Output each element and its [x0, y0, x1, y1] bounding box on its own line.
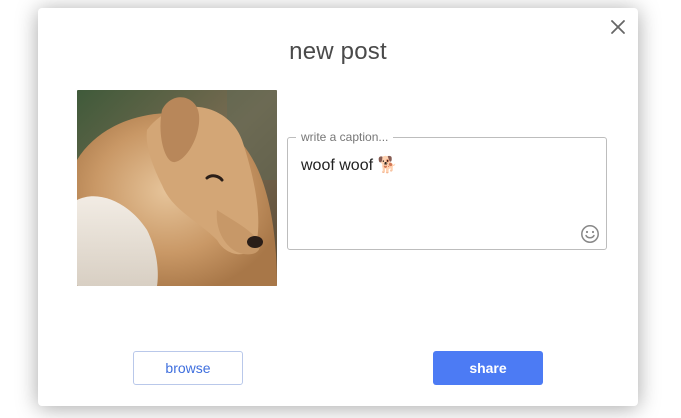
- new-post-dialog: new post write a caption... woof woof 🐕 …: [38, 8, 638, 406]
- browse-button[interactable]: browse: [133, 351, 243, 385]
- smiley-icon: [581, 225, 599, 243]
- caption-placeholder-label: write a caption...: [296, 130, 394, 144]
- share-button[interactable]: share: [433, 351, 543, 385]
- dog-photo: [77, 90, 277, 286]
- caption-input[interactable]: woof woof 🐕: [301, 155, 397, 175]
- caption-field[interactable]: write a caption... woof woof 🐕: [287, 130, 607, 250]
- dialog-title: new post: [289, 38, 387, 65]
- post-photo: [77, 90, 277, 286]
- close-button[interactable]: [609, 18, 627, 36]
- close-icon: [611, 20, 625, 34]
- emoji-picker-button[interactable]: [580, 224, 600, 244]
